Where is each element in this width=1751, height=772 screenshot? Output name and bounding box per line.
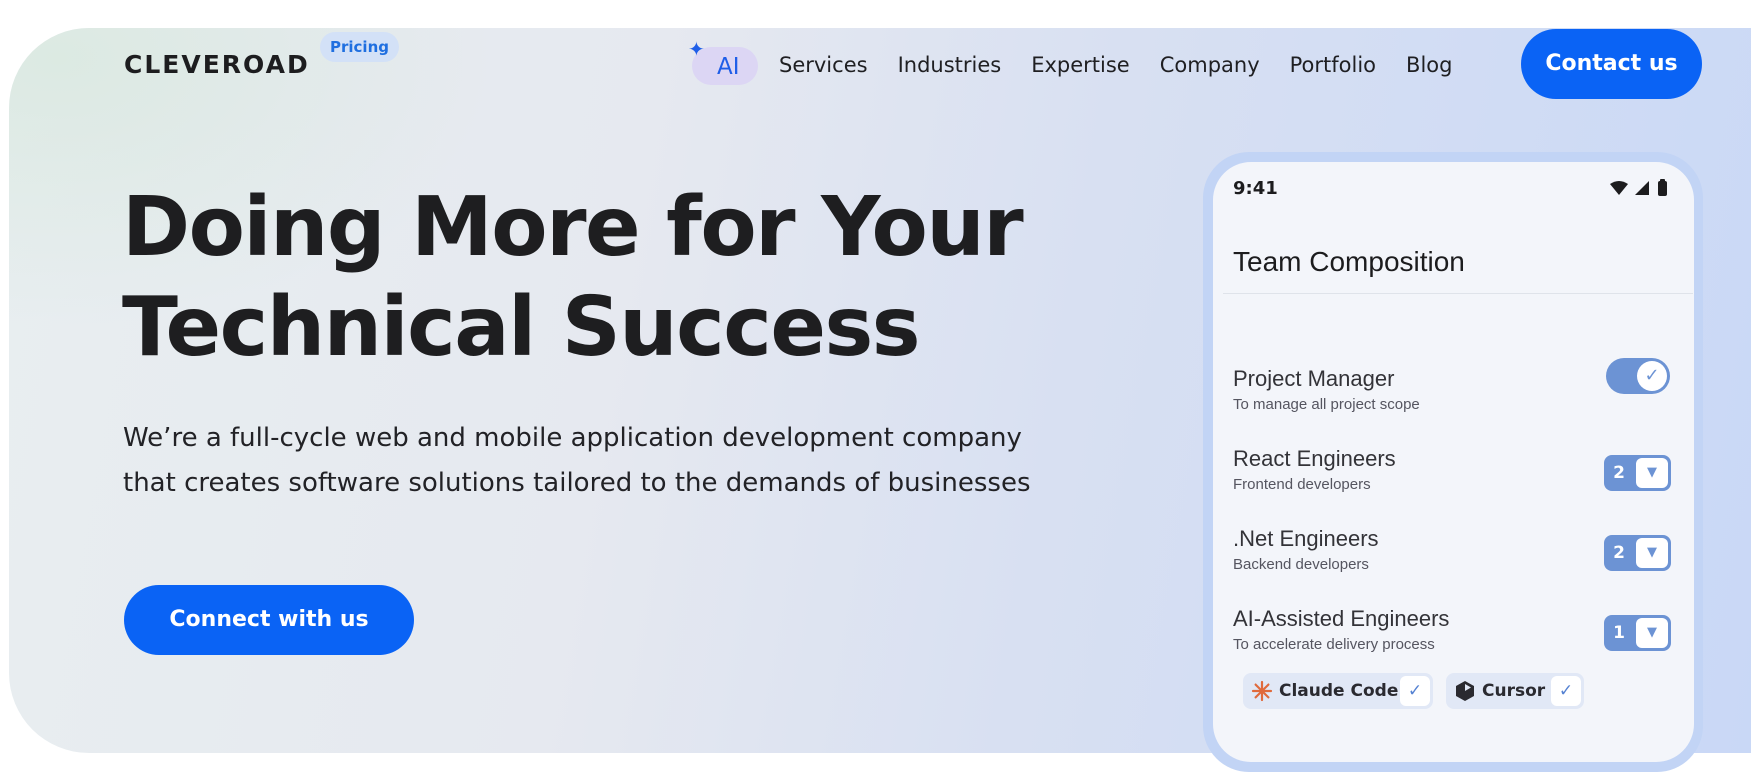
title-divider [1223,293,1693,294]
hero-subheading-line1: We’re a full-cycle web and mobile applic… [123,423,1022,453]
tool-name: Claude Code [1279,681,1399,701]
chevron-down-icon[interactable]: ▼ [1636,538,1668,568]
role-description: To manage all project scope [1233,396,1420,413]
react-engineers-count-select[interactable]: 2 ▼ [1604,455,1671,491]
nav-item-company[interactable]: Company [1160,50,1260,80]
count-value: 1 [1613,623,1625,643]
hero-subheading: We’re a full-cycle web and mobile applic… [123,416,1123,506]
battery-icon [1658,179,1667,196]
brand-logo[interactable]: CLEVEROAD [124,50,310,79]
nav-item-portfolio[interactable]: Portfolio [1290,50,1376,80]
status-bar-icons [1609,178,1689,198]
connect-with-us-button[interactable]: Connect with us [124,585,414,655]
check-icon: ✓ [1637,361,1667,391]
nav-item-services[interactable]: Services [779,50,868,80]
claude-icon [1251,680,1273,702]
tool-name: Cursor [1482,681,1546,701]
cursor-icon [1456,681,1474,701]
wifi-icon [1610,181,1628,195]
chevron-down-icon[interactable]: ▼ [1636,618,1668,648]
count-value: 2 [1613,463,1625,483]
check-icon[interactable]: ✓ [1551,676,1581,706]
nav-item-ai[interactable]: ✦ AI [688,39,758,85]
sparkle-icon: ✦ [688,37,705,61]
project-manager-toggle[interactable]: ✓ [1606,358,1670,394]
chevron-down-icon[interactable]: ▼ [1636,458,1668,488]
signal-icon [1635,181,1649,195]
main-nav: Services Industries Expertise Company Po… [779,50,1482,80]
nav-item-expertise[interactable]: Expertise [1031,50,1130,80]
check-icon[interactable]: ✓ [1400,676,1430,706]
hero-headline-line1: Doing More for Your [122,180,1024,275]
hero-headline-line2: Technical Success [122,280,921,375]
team-composition-title: Team Composition [1233,246,1465,277]
contact-us-button[interactable]: Contact us [1521,29,1702,99]
ai-engineers-count-select[interactable]: 1 ▼ [1604,615,1671,651]
hero-headline: Doing More for Your Technical Success [122,178,1122,378]
count-value: 2 [1613,543,1625,563]
hero-subheading-line2: that creates software solutions tailored… [123,468,1031,498]
pricing-badge[interactable]: Pricing [320,32,399,62]
status-bar-time: 9:41 [1233,178,1278,199]
nav-item-industries[interactable]: Industries [898,50,1002,80]
tool-chip-claude-code[interactable]: Claude Code ✓ [1243,673,1433,709]
nav-item-blog[interactable]: Blog [1406,50,1452,80]
nav-item-ai-label: AI [717,54,740,80]
tool-chip-cursor[interactable]: Cursor ✓ [1446,673,1584,709]
net-engineers-count-select[interactable]: 2 ▼ [1604,535,1671,571]
